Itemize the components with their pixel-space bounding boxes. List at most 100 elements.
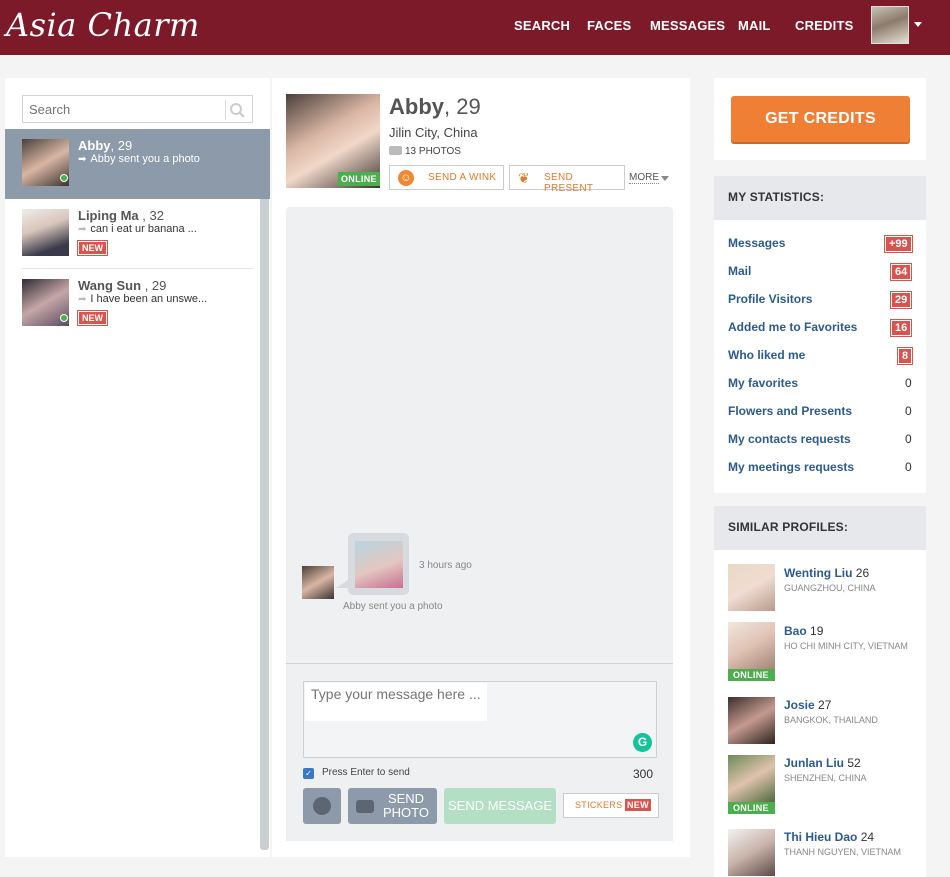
reply-arrow-icon: ➡ [78, 224, 87, 235]
similar-name-text: Bao [784, 624, 807, 638]
similar-profiles-card [714, 506, 926, 877]
nav-search[interactable]: SEARCH [514, 18, 570, 33]
stat-count: 0 [905, 460, 912, 474]
similar-age: 27 [818, 698, 832, 712]
last-message: ➡ can i eat ur banana ... [78, 223, 197, 235]
similar-location: SHENZHEN, CHINA [784, 773, 867, 783]
similar-name-text: Josie [784, 698, 815, 712]
search-icon[interactable] [225, 100, 247, 120]
profile-name[interactable]: Abby, 29 [389, 94, 481, 120]
new-badge: NEW [77, 240, 108, 256]
similar-name[interactable]: Thi Hieu Dao 24 [784, 830, 874, 844]
similar-avatar[interactable] [728, 622, 775, 669]
stat-my-favorites[interactable]: My favorites [728, 376, 798, 390]
stat-contacts-requests[interactable]: My contacts requests [728, 432, 851, 446]
stat-mail[interactable]: Mail [728, 264, 751, 278]
conversation-item-liping[interactable]: Liping Ma , 32 ➡ can i eat ur banana ... [5, 199, 270, 269]
similar-name[interactable]: Junlan Liu 52 [784, 756, 861, 770]
press-enter-label: Press Enter to send [322, 767, 410, 778]
similar-avatar[interactable] [728, 697, 775, 744]
similar-profiles-title: SIMILAR PROFILES: [714, 506, 926, 550]
char-counter: 300 [633, 767, 654, 781]
nav-messages[interactable]: MESSAGES [650, 18, 725, 33]
present-label: SEND PRESENT [544, 172, 594, 194]
name-text: Liping Ma [78, 208, 139, 223]
reply-arrow-icon: ➡ [78, 294, 87, 305]
last-message-text: Abby sent you a photo [90, 153, 200, 165]
profile-location: Jilin City, China [389, 125, 478, 140]
profile-name-text: Abby [389, 94, 444, 119]
profile-photos-count[interactable]: 13 PHOTOS [389, 146, 461, 157]
stat-count: 0 [905, 432, 912, 446]
similar-location: GUANGZHOU, CHINA [784, 583, 876, 593]
online-badge: ONLINE [338, 172, 380, 186]
similar-age: 24 [860, 830, 875, 844]
stat-flowers-presents[interactable]: Flowers and Presents [728, 404, 852, 418]
age-text: , 29 [110, 138, 133, 153]
message-input[interactable] [305, 683, 487, 721]
send-message-button[interactable]: SEND MESSAGE [444, 788, 556, 824]
camera-icon [389, 146, 402, 155]
shared-photo[interactable] [355, 541, 403, 588]
stat-count-badge: +99 [884, 235, 913, 253]
conversation-name: Abby, 29 [78, 138, 132, 153]
similar-name-text: Thi Hieu Dao [784, 830, 858, 844]
stat-added-favorites[interactable]: Added me to Favorites [728, 320, 857, 334]
name-text: Wang Sun [78, 278, 142, 293]
chevron-down-icon[interactable] [661, 176, 669, 181]
stat-count: 0 [905, 376, 912, 390]
conversation-item-wang[interactable]: Wang Sun , 29 ➡ I have been an unswe... [5, 269, 270, 339]
emoji-button[interactable] [303, 788, 341, 824]
send-photo-button[interactable]: SEND PHOTO [348, 788, 437, 824]
profile-age: , 29 [444, 94, 481, 119]
nav-mail[interactable]: MAIL [738, 18, 771, 33]
similar-avatar[interactable] [728, 755, 775, 802]
chat-history [286, 207, 673, 664]
camera-icon [356, 800, 374, 813]
nav-credits[interactable]: CREDITS [795, 18, 853, 33]
wink-icon: ☺ [398, 170, 414, 186]
search-input[interactable] [23, 96, 221, 122]
similar-avatar[interactable] [728, 564, 775, 611]
similar-avatar[interactable] [728, 829, 775, 876]
stat-count: 0 [905, 404, 912, 418]
send-wink-button[interactable]: ☺ SEND A WINK [389, 165, 504, 190]
similar-name[interactable]: Josie 27 [784, 698, 831, 712]
online-badge: ONLINE [728, 802, 775, 814]
nav-faces[interactable]: FACES [587, 18, 631, 33]
stat-meetings-requests[interactable]: My meetings requests [728, 460, 854, 474]
similar-name[interactable]: Bao 19 [784, 624, 823, 638]
last-message-text: can i eat ur banana ... [90, 223, 197, 235]
user-avatar[interactable] [871, 6, 909, 44]
stickers-label: STICKERS [575, 800, 623, 810]
last-message: ➡ Abby sent you a photo [78, 153, 200, 165]
chevron-down-icon[interactable] [914, 22, 922, 27]
similar-location: BANGKOK, THAILAND [784, 715, 878, 725]
online-indicator [60, 314, 68, 322]
stat-messages[interactable]: Messages [728, 236, 785, 250]
stickers-button[interactable]: STICKERS NEW [563, 793, 659, 818]
similar-name[interactable]: Wenting Liu 26 [784, 566, 869, 580]
age-text: , 29 [141, 278, 167, 293]
last-message: ➡ I have been an unswe... [78, 293, 207, 305]
more-link[interactable]: MORE [629, 172, 659, 184]
grammarly-icon[interactable]: G [633, 733, 652, 752]
stat-count-badge: 29 [889, 291, 913, 309]
new-badge: NEW [625, 799, 651, 811]
smiley-icon [313, 797, 331, 815]
photos-count-text: 13 PHOTOS [405, 146, 461, 157]
wink-label: SEND A WINK [428, 172, 497, 183]
statistics-title: MY STATISTICS: [714, 176, 926, 220]
reply-arrow-icon: ➡ [78, 154, 87, 165]
get-credits-button[interactable]: GET CREDITS [731, 96, 910, 142]
conversation-item-abby[interactable]: Abby, 29 ➡ Abby sent you a photo [5, 129, 270, 199]
stat-profile-visitors[interactable]: Profile Visitors [728, 292, 812, 306]
avatar [22, 209, 69, 256]
site-logo[interactable]: Asia Charm [6, 6, 200, 44]
stat-who-liked[interactable]: Who liked me [728, 348, 805, 362]
conversation-name: Wang Sun , 29 [78, 278, 166, 293]
enter-to-send-checkbox[interactable]: ✓ [303, 768, 314, 779]
send-photo-label: SEND PHOTO [383, 791, 429, 820]
name-text: Abby [78, 138, 111, 153]
send-present-button[interactable]: ❦ SEND PRESENT [509, 165, 625, 194]
